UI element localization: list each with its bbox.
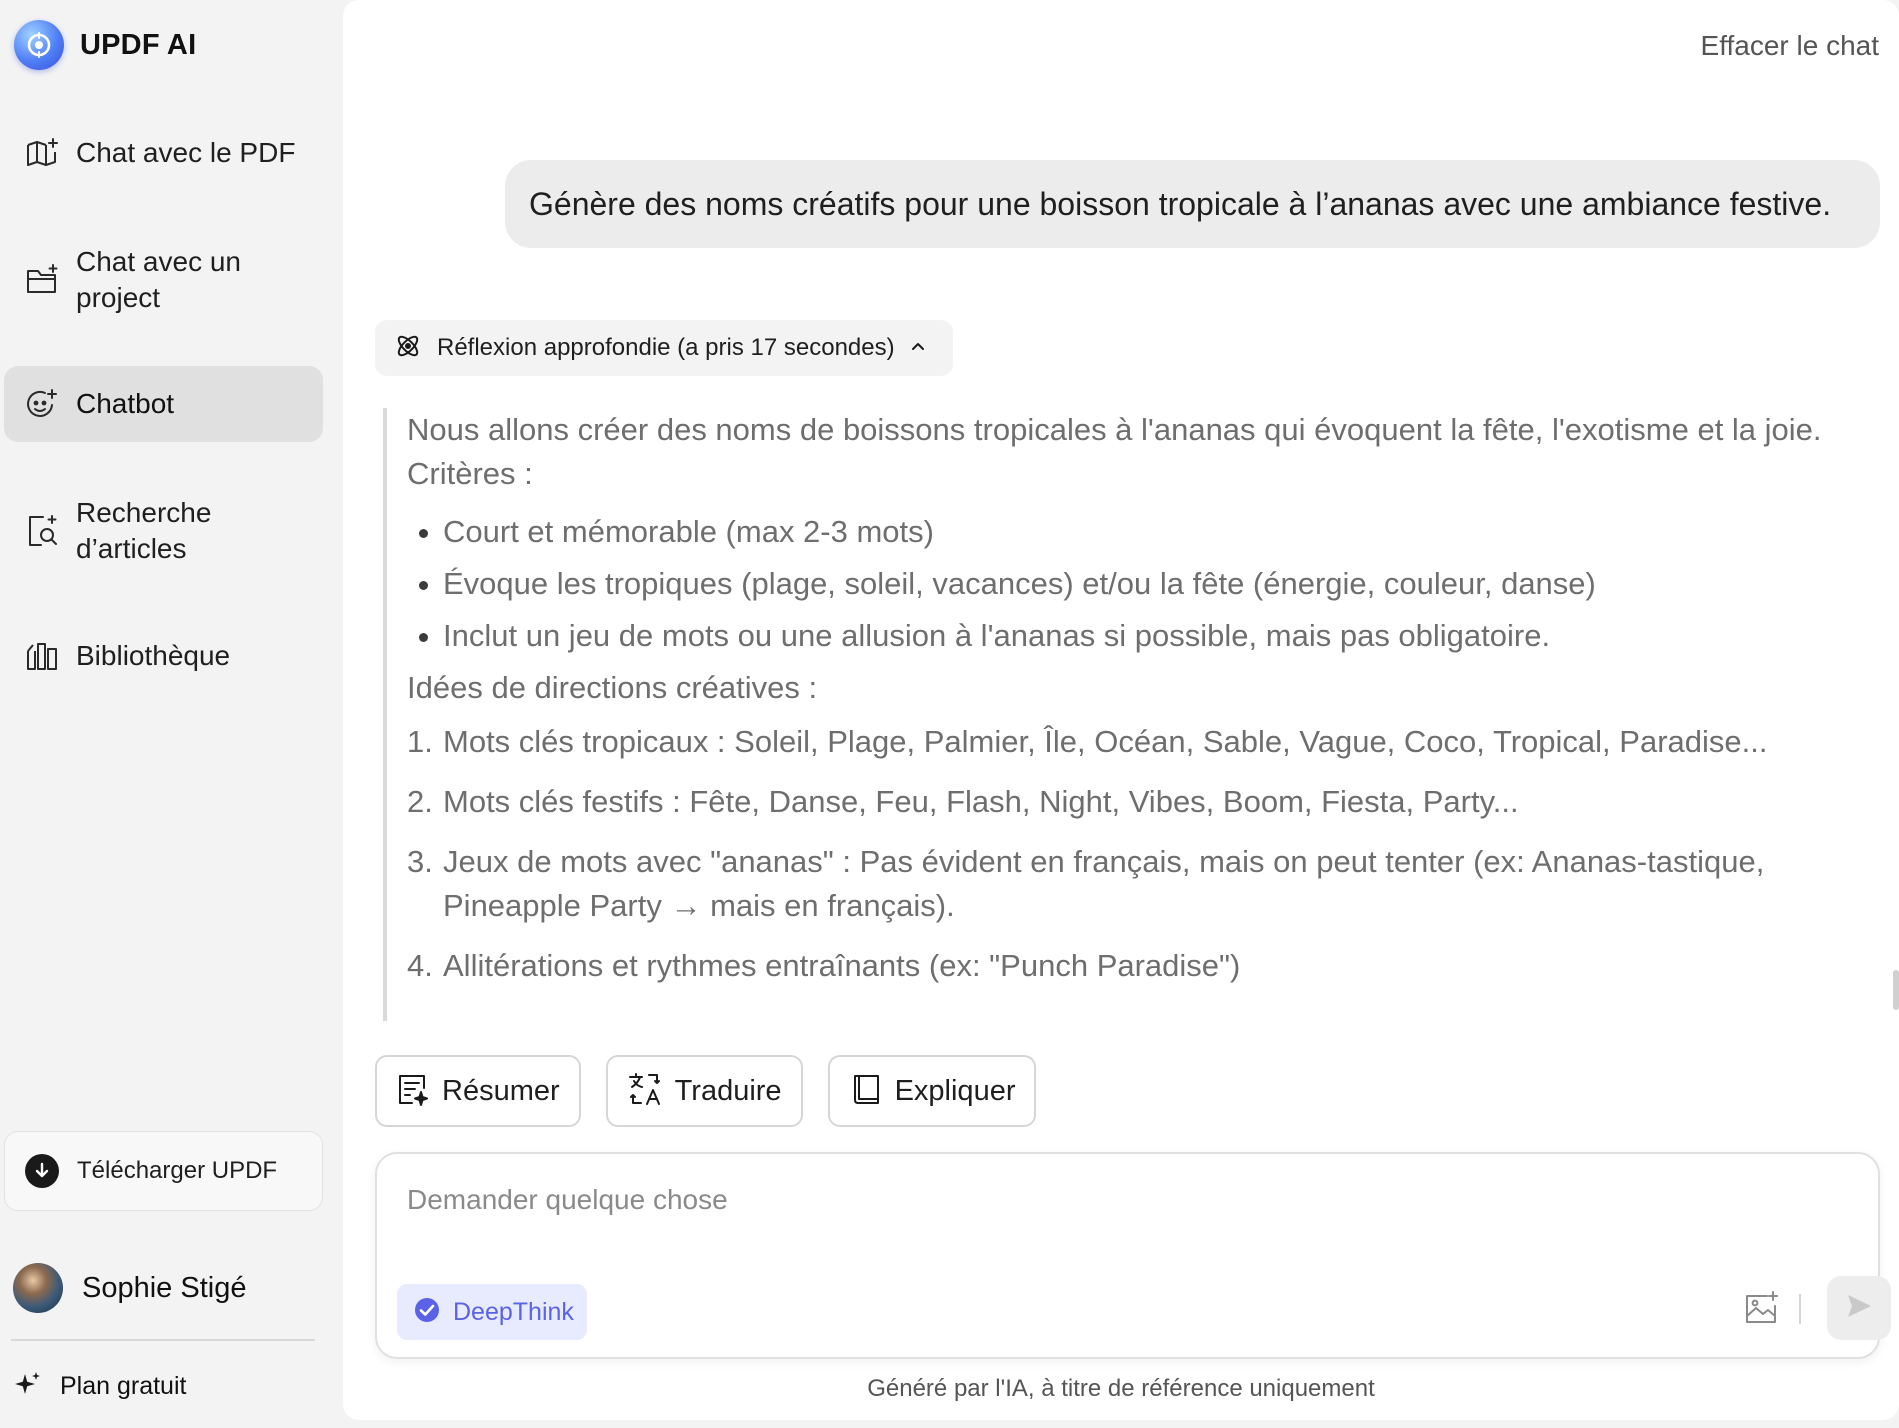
- list-number: 1.: [407, 724, 433, 759]
- scroll-fade: [387, 1009, 1863, 1021]
- clear-chat-button[interactable]: Effacer le chat: [1701, 30, 1879, 62]
- list-item: 4. Allitérations et rythmes entraînants (…: [407, 944, 1863, 988]
- download-label: Télécharger UPDF: [77, 1157, 278, 1184]
- ideas-list: 1. Mots clés tropicaux : Soleil, Plage, P…: [407, 720, 1863, 988]
- label-line-2: d’articles: [76, 533, 187, 564]
- download-icon: [25, 1154, 59, 1188]
- sidebar-item-label: Recherche d’articles: [76, 495, 211, 567]
- translate-icon: [627, 1071, 663, 1112]
- sidebar-item-library[interactable]: Bibliothèque: [4, 628, 323, 684]
- check-circle-icon: [413, 1296, 441, 1329]
- user-profile[interactable]: Sophie Stigé: [13, 1263, 246, 1313]
- list-item: Inclut un jeu de mots ou une allusion à …: [407, 614, 1863, 658]
- sidebar-divider: [11, 1339, 315, 1341]
- download-updf-button[interactable]: Télécharger UPDF: [4, 1131, 323, 1211]
- folder-sparkle-icon: [24, 262, 60, 298]
- send-button[interactable]: [1827, 1276, 1891, 1340]
- list-item: Court et mémorable (max 2-3 mots): [407, 510, 1863, 554]
- thinking-toggle[interactable]: Réflexion approfondie (a pris 17 seconde…: [375, 320, 953, 376]
- app-name: UPDF AI: [80, 28, 197, 61]
- list-item: 3. Jeux de mots avec "ananas" : Pas évide…: [407, 840, 1863, 928]
- explain-label: Expliquer: [894, 1074, 1016, 1107]
- book-icon: [849, 1072, 883, 1111]
- reasoning-intro: Nous allons créer des noms de boissons t…: [407, 412, 1822, 447]
- sidebar-item-chat-pdf[interactable]: Chat avec le PDF: [4, 125, 323, 181]
- list-item: 1. Mots clés tropicaux : Soleil, Plage, P…: [407, 720, 1863, 764]
- sparkle-icon: [14, 1370, 42, 1403]
- ideas-title: Idées de directions créatives :: [407, 670, 818, 705]
- label-line-2: project: [76, 282, 161, 313]
- translate-button[interactable]: Traduire: [605, 1055, 803, 1127]
- scrollbar-thumb[interactable]: [1893, 970, 1899, 1010]
- thinking-label: Réflexion approfondie (a pris 17 seconde…: [437, 334, 895, 361]
- sidebar-item-articles[interactable]: Recherche d’articles: [4, 491, 323, 571]
- chat-panel: Effacer le chat Génère des noms créatifs…: [343, 0, 1899, 1420]
- deepthink-label: DeepThink: [453, 1297, 574, 1326]
- list-text: Allitérations et rythmes entraînants (ex…: [443, 948, 1241, 983]
- composer-divider: [1799, 1294, 1801, 1324]
- avatar: [13, 1263, 63, 1313]
- library-books-icon: [24, 638, 60, 674]
- updf-logo-icon: [14, 20, 64, 70]
- translate-label: Traduire: [674, 1074, 782, 1107]
- criteria-title: Critères :: [407, 456, 533, 491]
- sidebar: UPDF AI Chat avec le PDF Chat avec un pr…: [0, 0, 343, 1428]
- ai-disclaimer: Généré par l'IA, à titre de référence un…: [867, 1375, 1375, 1402]
- list-item: 2. Mots clés festifs : Fête, Danse, Feu, …: [407, 780, 1863, 824]
- sidebar-item-chatbot[interactable]: Chatbot: [4, 366, 323, 442]
- deepthink-toggle[interactable]: DeepThink: [397, 1284, 587, 1340]
- atom-icon: [393, 331, 423, 366]
- summarize-label: Résumer: [442, 1074, 560, 1107]
- user-name: Sophie Stigé: [82, 1271, 247, 1304]
- message-input[interactable]: [407, 1184, 1707, 1244]
- list-text: Mots clés festifs : Fête, Danse, Feu, Fl…: [443, 784, 1519, 819]
- summarize-button[interactable]: Résumer: [375, 1055, 581, 1127]
- plan-label: Plan gratuit: [60, 1372, 187, 1400]
- user-message-bubble: Génère des noms créatifs pour une boisso…: [505, 160, 1880, 248]
- label-line-1: Chat avec un: [76, 246, 241, 277]
- send-icon: [1844, 1291, 1874, 1326]
- sidebar-item-chat-project[interactable]: Chat avec un project: [4, 240, 323, 320]
- criteria-list: Court et mémorable (max 2-3 mots) Évoque…: [407, 510, 1863, 658]
- sidebar-item-label: Chat avec un project: [76, 244, 241, 316]
- label-line-1: Recherche: [76, 497, 212, 528]
- list-number: 2.: [407, 784, 433, 819]
- list-text: Jeux de mots avec "ananas" : Pas évident…: [443, 844, 1765, 923]
- sidebar-item-label: Bibliothèque: [76, 640, 231, 671]
- image-upload-icon[interactable]: [1742, 1289, 1782, 1329]
- explain-button[interactable]: Expliquer: [827, 1055, 1037, 1127]
- search-document-icon: [24, 513, 60, 549]
- chatbot-face-icon: [24, 386, 60, 422]
- quick-actions: Résumer Traduire Expliquer: [375, 1055, 1037, 1127]
- reasoning-block: Nous allons créer des noms de boissons t…: [383, 408, 1863, 1021]
- list-number: 3.: [407, 844, 433, 879]
- chevron-up-icon: [909, 337, 927, 360]
- summarize-icon: [396, 1072, 430, 1111]
- plan-link[interactable]: Plan gratuit: [14, 1370, 186, 1403]
- book-sparkle-icon: [24, 135, 60, 171]
- list-number: 4.: [407, 948, 433, 983]
- brand[interactable]: UPDF AI: [14, 20, 196, 70]
- message-composer: DeepThink: [375, 1152, 1891, 1359]
- list-item: Évoque les tropiques (plage, soleil, vac…: [407, 562, 1863, 606]
- sidebar-item-label: Chatbot: [76, 388, 175, 419]
- list-text: Mots clés tropicaux : Soleil, Plage, Pal…: [443, 724, 1768, 759]
- sidebar-item-label: Chat avec le PDF: [76, 137, 296, 168]
